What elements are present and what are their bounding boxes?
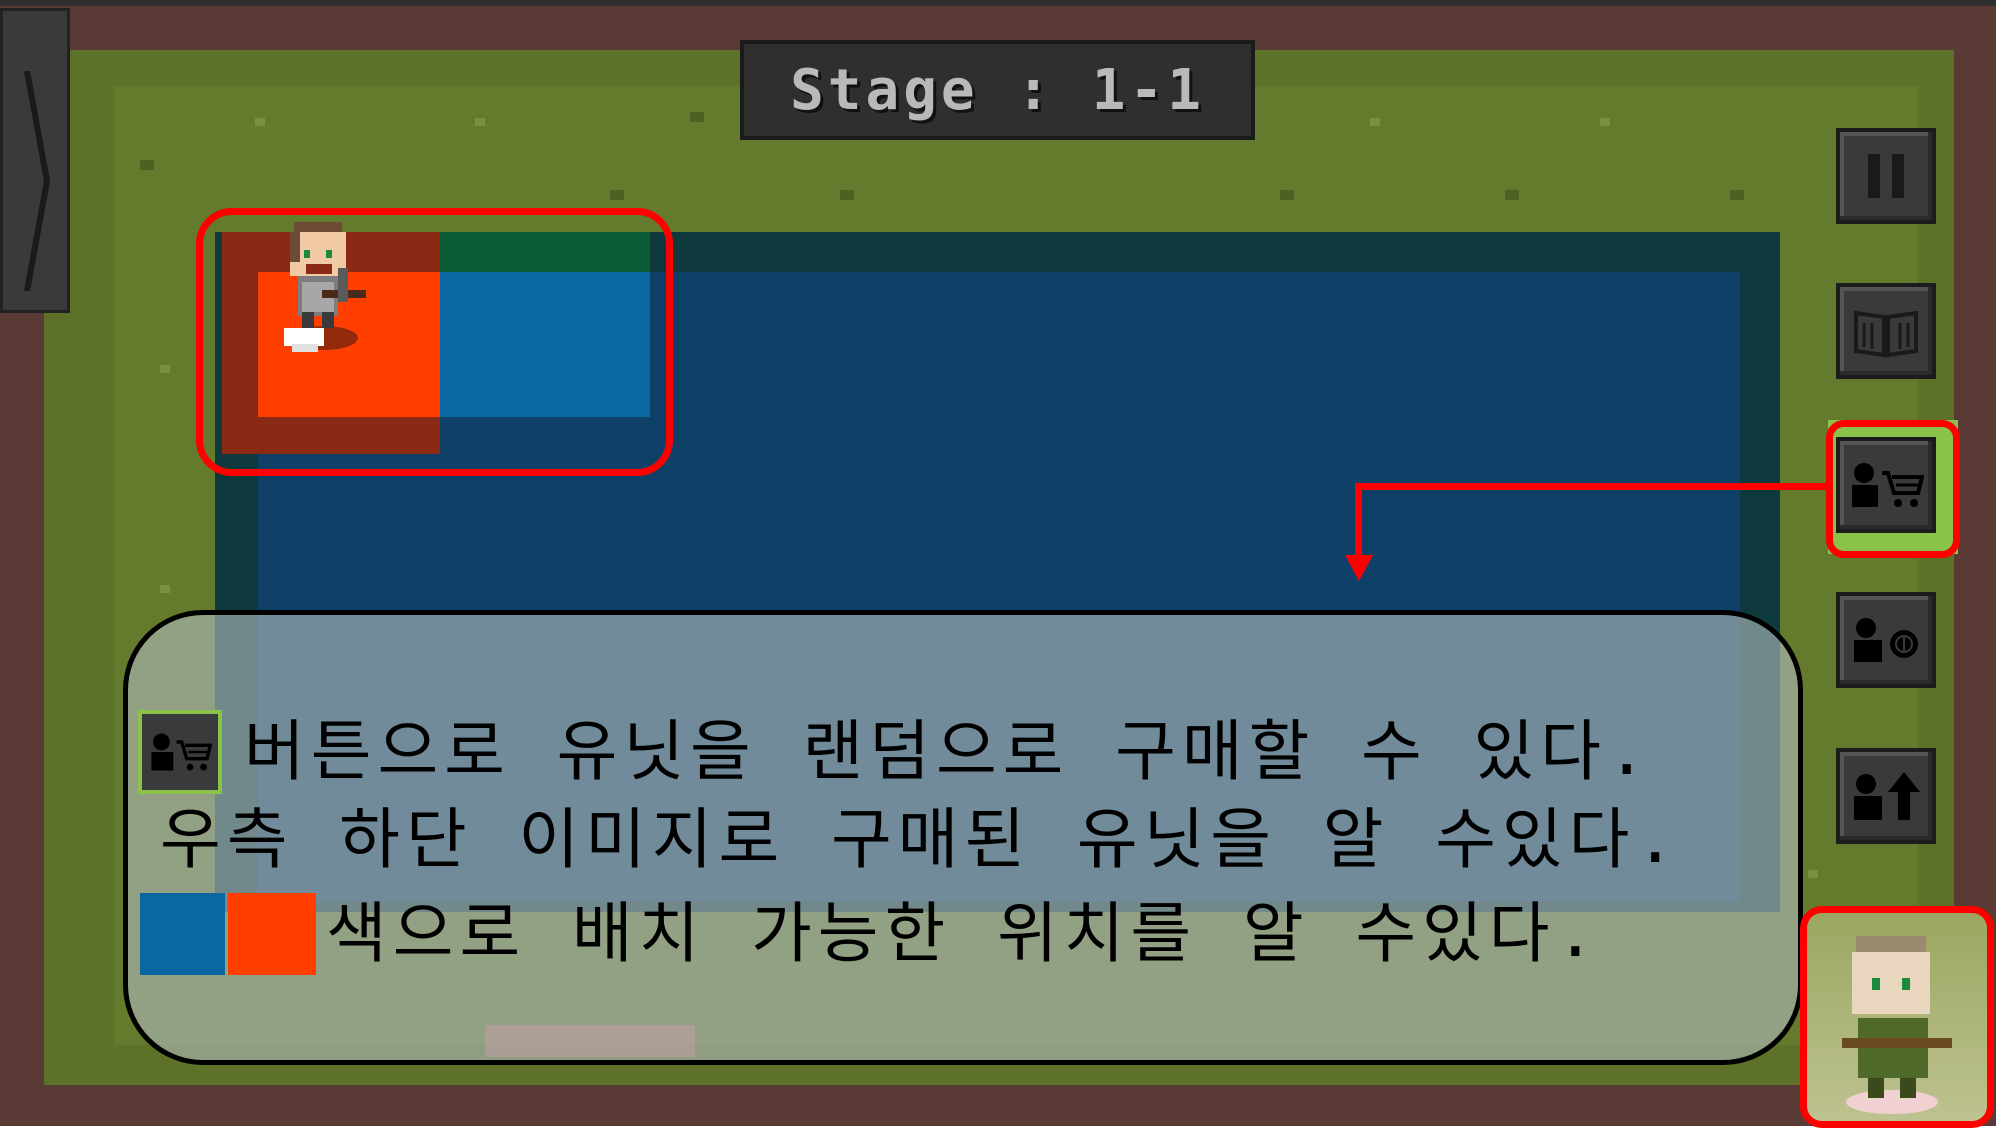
- grass-tuft: [1280, 190, 1294, 200]
- tutorial-line-3: 색으로 배치 가능한 위치를 알 수있다.: [326, 895, 1602, 972]
- tutorial-arrow-stem: [1355, 483, 1362, 555]
- upgrade-unit-button[interactable]: [1836, 748, 1936, 844]
- side-panel-toggle[interactable]: [0, 8, 70, 313]
- game-screen: Stage : 1-1 버튼으로 유닛을 랜덤으로 구매할 수 있다. 우측 하…: [0, 0, 1996, 1131]
- grass-tuft: [1370, 118, 1380, 126]
- unit-preview-highlight: [1800, 906, 1994, 1128]
- grass-tuft: [160, 365, 170, 373]
- chevron-right-icon: [24, 71, 51, 291]
- grass-tuft: [610, 190, 624, 200]
- pause-button[interactable]: [1836, 128, 1936, 224]
- tutorial-line-2: 우측 하단 이미지로 구매된 유닛을 알 수있다.: [160, 801, 1682, 878]
- tutorial-arrow-head: [1345, 555, 1373, 581]
- person-up-arrow-icon: [1854, 772, 1920, 820]
- tile-highlight-frame: [196, 208, 673, 476]
- grass-tuft: [1600, 118, 1610, 126]
- grass-tuft: [140, 160, 154, 170]
- grass-tuft: [1808, 870, 1818, 878]
- buy-button-highlight: [1826, 420, 1960, 558]
- grass-tuft: [1730, 190, 1744, 200]
- grass-tuft: [840, 190, 854, 200]
- person-coin-icon: [1854, 618, 1918, 662]
- color-swatch-orange: [228, 893, 316, 975]
- grass-tuft: [160, 585, 170, 593]
- pause-icon: [1868, 154, 1904, 198]
- grass-tuft: [255, 118, 265, 126]
- buy-unit-icon-inline: [138, 710, 222, 794]
- tutorial-arrow: [1355, 483, 1828, 490]
- book-button[interactable]: [1836, 283, 1936, 379]
- grass-tuft: [475, 118, 485, 126]
- sell-unit-button[interactable]: [1836, 592, 1936, 688]
- color-swatch-blue: [140, 893, 225, 975]
- person-cart-icon: [151, 733, 212, 771]
- grass-tuft: [1505, 190, 1519, 200]
- tutorial-line-1: 버튼으로 유닛을 랜덤으로 구매할 수 있다.: [244, 713, 1653, 790]
- grass-tuft: [690, 112, 704, 122]
- stage-title: Stage : 1-1: [740, 40, 1255, 140]
- book-icon: [1854, 310, 1918, 358]
